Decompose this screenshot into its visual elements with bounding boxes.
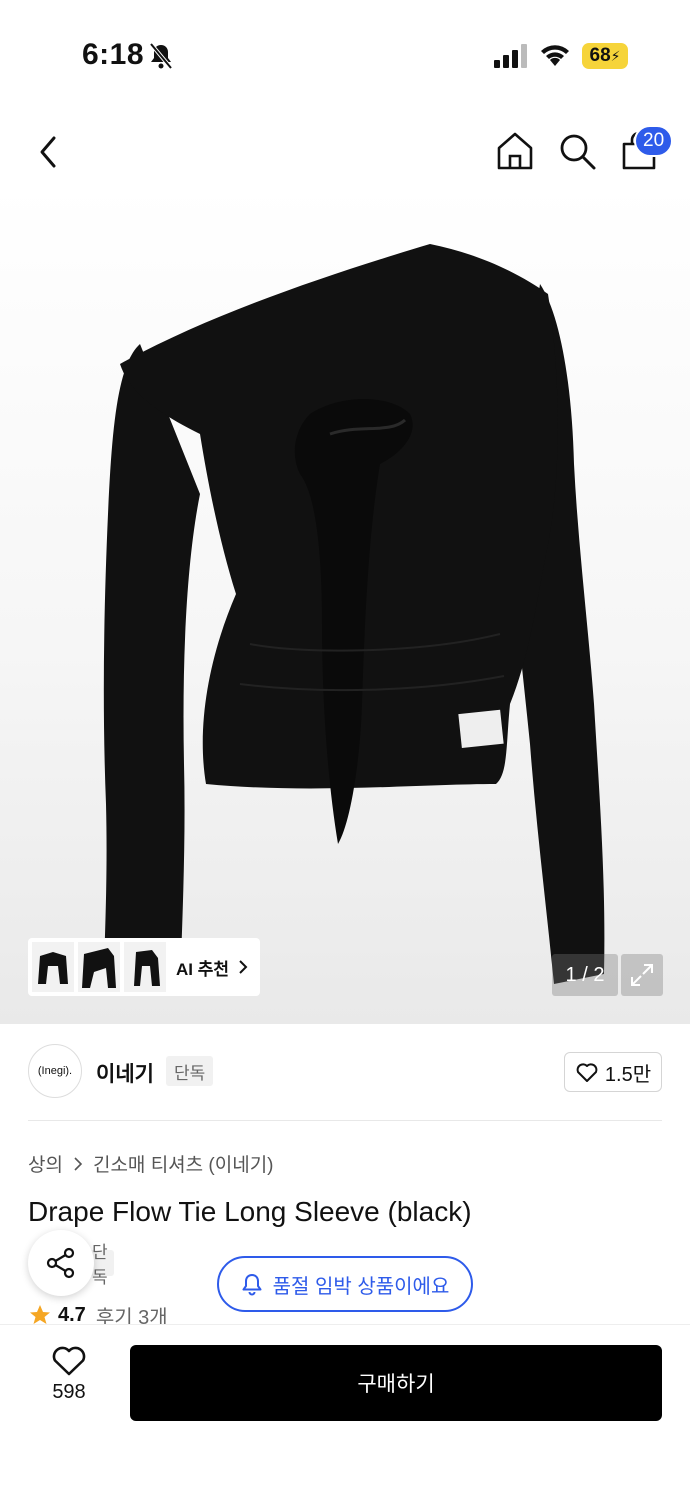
product-image-gallery[interactable] bbox=[0, 184, 690, 1024]
wifi-icon bbox=[541, 45, 569, 66]
expand-icon bbox=[631, 964, 653, 986]
brand-like-count: 1.5만 bbox=[604, 1063, 652, 1086]
bell-off-icon bbox=[149, 42, 173, 70]
expand-button[interactable] bbox=[621, 954, 663, 996]
divider bbox=[28, 1120, 662, 1121]
share-icon bbox=[46, 1247, 75, 1279]
heart-icon bbox=[52, 1346, 86, 1376]
home-icon[interactable] bbox=[494, 130, 536, 172]
charging-icon: ⚡ bbox=[610, 47, 621, 64]
search-icon[interactable] bbox=[556, 130, 598, 172]
page-indicator: 1 / 2 bbox=[552, 954, 618, 996]
battery-indicator: 68 ⚡ bbox=[582, 43, 628, 69]
product-title: Drape Flow Tie Long Sleeve (black) bbox=[28, 1196, 472, 1227]
top-nav bbox=[0, 120, 690, 184]
heart-icon bbox=[576, 1063, 598, 1082]
brand-like-button[interactable]: 1.5만 bbox=[564, 1052, 662, 1092]
bell-icon bbox=[242, 1274, 262, 1296]
status-bar: 6:18 68 ⚡ bbox=[0, 0, 690, 110]
soldout-soon-label: 품절 임박 상품이에요 bbox=[272, 1275, 450, 1298]
bottom-action-bar: 598 구매하기 bbox=[0, 1324, 690, 1500]
chevron-right-icon bbox=[239, 960, 248, 974]
chevron-right-icon bbox=[74, 1156, 83, 1171]
brand-logo-text: (Inegi). bbox=[37, 1065, 73, 1077]
brand-logo[interactable]: (Inegi). bbox=[28, 1044, 82, 1098]
battery-level: 68 bbox=[589, 45, 611, 66]
breadcrumb-category[interactable]: 상의 bbox=[28, 1150, 63, 1177]
brand-row[interactable]: (Inegi). 이네기 단독 1.5만 bbox=[28, 1040, 662, 1100]
cart-count-badge: 20 bbox=[634, 125, 674, 157]
back-icon[interactable] bbox=[30, 132, 70, 172]
share-button[interactable] bbox=[28, 1230, 94, 1296]
ai-recommend-button[interactable]: AI 추천 bbox=[28, 938, 260, 996]
wishlist-count: 598 bbox=[52, 1381, 86, 1403]
breadcrumb: 상의 긴소매 티셔츠 (이네기) bbox=[28, 1150, 274, 1177]
signal-icon bbox=[494, 44, 527, 68]
wishlist-button[interactable]: 598 bbox=[36, 1345, 102, 1429]
brand-exclusive-tag: 단독 bbox=[166, 1056, 214, 1086]
status-time: 6:18 bbox=[82, 38, 145, 71]
product-image bbox=[103, 244, 605, 992]
thumbnail-2 bbox=[78, 942, 120, 992]
breadcrumb-subcategory[interactable]: 긴소매 티셔츠 (이네기) bbox=[93, 1150, 274, 1177]
thumbnail-1 bbox=[32, 942, 74, 992]
buy-button[interactable]: 구매하기 bbox=[130, 1345, 662, 1421]
soldout-soon-notice[interactable]: 품절 임박 상품이에요 bbox=[217, 1256, 473, 1312]
brand-name[interactable]: 이네기 bbox=[96, 1058, 154, 1088]
thumbnail-3 bbox=[124, 942, 166, 992]
ai-recommend-label: AI 추천 bbox=[176, 959, 230, 979]
